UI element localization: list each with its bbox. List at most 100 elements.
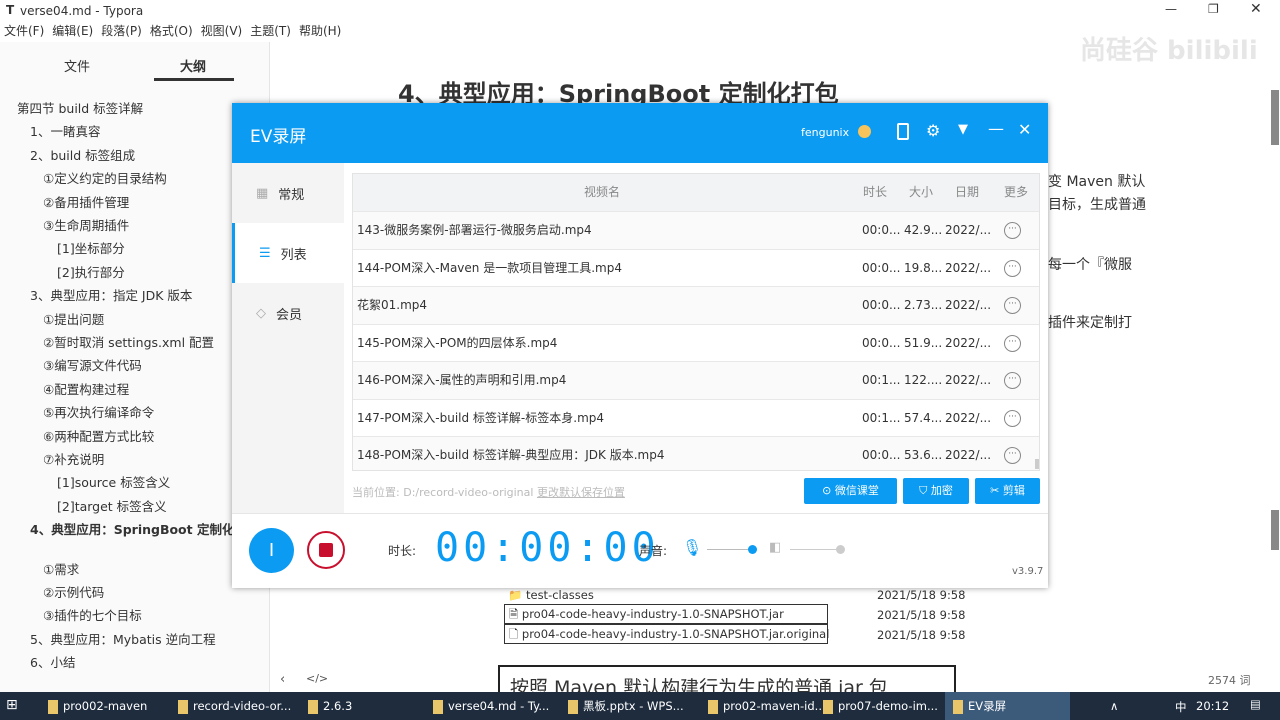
menu-item[interactable]: 格式(O): [150, 24, 193, 38]
outline-item[interactable]: ②示例代码: [43, 582, 104, 601]
doc-text: 插件来定制打: [1048, 315, 1132, 331]
dropdown-icon[interactable]: ▼: [958, 122, 968, 137]
menu-item[interactable]: 帮助(H): [299, 24, 341, 38]
outline-item[interactable]: ⑤再次执行编译命令: [43, 402, 154, 421]
table-row[interactable]: 145-POM深入-POM的四层体系.mp4 00:0... 51.9... 2022…: [353, 323, 1039, 362]
table-row[interactable]: 144-POM深入-Maven 是一款项目管理工具.mp4 00:0... 19.8…: [353, 248, 1039, 287]
outline-item[interactable]: ⑥两种配置方式比较: [43, 426, 154, 445]
more-icon[interactable]: ···: [1004, 372, 1021, 389]
scrollbar-thumb[interactable]: [1271, 90, 1279, 145]
outline-item[interactable]: ②备用插件管理: [43, 192, 129, 211]
outline-item[interactable]: 3、典型应用：指定 JDK 版本: [30, 285, 192, 304]
stop-record-button[interactable]: [307, 531, 345, 569]
minimize-button[interactable]: —: [988, 119, 1004, 138]
table-row[interactable]: 148-POM深入-build 标签详解-典型应用：JDK 版本.mp4 00:0…: [353, 436, 1039, 470]
more-icon[interactable]: ···: [1004, 222, 1021, 239]
table-row[interactable]: 146-POM深入-属性的声明和引用.mp4 00:1... 122.... 2022…: [353, 361, 1039, 399]
edit-button[interactable]: ✂ 剪辑: [975, 478, 1040, 504]
outline-item[interactable]: [1]坐标部分: [57, 238, 125, 257]
outline-item[interactable]: [2]执行部分: [57, 262, 125, 281]
taskbar-item[interactable]: 2.6.3: [300, 692, 420, 720]
start-button[interactable]: ⊞: [6, 697, 18, 713]
menu-item[interactable]: 文件(F): [4, 24, 44, 38]
encrypt-button[interactable]: ⛉ 加密: [903, 478, 969, 504]
more-icon[interactable]: ···: [1004, 409, 1021, 427]
username[interactable]: fengunix: [801, 126, 849, 139]
tab-files[interactable]: 文件: [64, 56, 90, 75]
close-button[interactable]: ✕: [1018, 120, 1031, 139]
outline-item[interactable]: ③生命周期插件: [43, 215, 129, 234]
mobile-icon[interactable]: [897, 123, 909, 140]
tray-expand[interactable]: ∧: [1110, 699, 1118, 713]
taskbar-label: 2.6.3: [323, 699, 353, 713]
more-icon[interactable]: ···: [1004, 259, 1021, 277]
watermark: 尚硅谷 bilibili: [1080, 36, 1258, 66]
more-icon[interactable]: ···: [1004, 334, 1021, 352]
outline-item[interactable]: 第四节 build 标签详解: [17, 98, 143, 117]
settings-icon[interactable]: ⚙: [926, 121, 940, 140]
nav-general[interactable]: ▦ 常规: [232, 163, 344, 223]
col-header-size[interactable]: 大小: [899, 174, 943, 211]
outline-item[interactable]: ①提出问题: [43, 309, 104, 328]
outline-item[interactable]: ③编写源文件代码: [43, 355, 142, 374]
scrollbar-thumb[interactable]: [1271, 510, 1279, 550]
outline-item[interactable]: ①需求: [43, 559, 79, 578]
outline-item[interactable]: ⑦补充说明: [43, 449, 104, 468]
speaker-icon[interactable]: ◧: [769, 540, 781, 555]
table-row[interactable]: 147-POM深入-build 标签详解-标签本身.mp4 00:1... 57.4…: [353, 398, 1039, 437]
outline-item[interactable]: [1]source 标签含义: [57, 472, 170, 491]
outline-item[interactable]: ①定义约定的目录结构: [43, 168, 167, 187]
outline-item[interactable]: ④配置构建过程: [43, 379, 129, 398]
outline-item[interactable]: 6、小结: [30, 652, 75, 671]
outline-item[interactable]: 1、一睹真容: [30, 121, 100, 140]
outline-item[interactable]: 5、典型应用：Mybatis 逆向工程: [30, 629, 216, 648]
restore-button[interactable]: ❐: [1208, 2, 1219, 16]
duration: 00:1...: [862, 373, 901, 387]
speaker-volume-knob[interactable]: [836, 545, 845, 554]
speaker-volume-slider[interactable]: [790, 549, 840, 550]
microphone-icon[interactable]: 🎙: [682, 538, 702, 557]
more-icon[interactable]: ···: [1004, 297, 1021, 314]
taskbar-item[interactable]: verse04.md - Ty...: [425, 692, 555, 720]
ime-indicator[interactable]: 中: [1175, 699, 1187, 715]
minimize-button[interactable]: —: [1165, 2, 1177, 16]
menu-item[interactable]: 主题(T): [250, 24, 291, 38]
col-header-duration[interactable]: 时长: [851, 174, 899, 211]
source-mode-icon[interactable]: </>: [306, 672, 328, 685]
taskbar-item[interactable]: record-video-or...: [170, 692, 295, 720]
mic-volume-knob[interactable]: [748, 545, 757, 554]
outline-item[interactable]: 2、build 标签组成: [30, 145, 135, 164]
taskbar-item[interactable]: 黑板.pptx - WPS...: [560, 692, 695, 720]
close-button[interactable]: ✕: [1250, 1, 1262, 17]
toggle-sidebar-icon[interactable]: ‹: [280, 672, 285, 687]
taskbar-item[interactable]: pro02-maven-id...: [700, 692, 826, 720]
menu-item[interactable]: 段落(P): [101, 24, 142, 38]
table-scrollbar[interactable]: [1035, 459, 1039, 469]
word-count[interactable]: 2574 词: [1208, 672, 1251, 688]
file-date: 2021/5/18 9:58: [877, 628, 966, 642]
taskbar-item[interactable]: EV录屏: [945, 692, 1070, 720]
col-header-name[interactable]: 视频名: [353, 174, 851, 211]
col-header-date[interactable]: 日期: [943, 174, 991, 211]
table-row[interactable]: 花絮01.mp4 00:0... 2.73... 2022/... ···: [353, 286, 1039, 324]
more-icon[interactable]: ···: [1004, 447, 1021, 464]
nav-member[interactable]: ◇ 会员: [232, 283, 344, 343]
tab-outline[interactable]: 大纲: [180, 56, 206, 75]
nav-list[interactable]: ☰ 列表: [232, 223, 344, 283]
avatar[interactable]: [858, 125, 871, 138]
taskbar-item[interactable]: pro002-maven: [40, 692, 165, 720]
table-row[interactable]: 143-微服务案例-部署运行-微服务启动.mp4 00:0... 42.9... 20…: [353, 211, 1039, 249]
change-location-link[interactable]: 更改默认保存位置: [537, 486, 625, 499]
notification-icon[interactable]: ▤: [1250, 697, 1261, 711]
menu-item[interactable]: 编辑(E): [52, 24, 93, 38]
duration-label: 时长:: [388, 544, 417, 558]
outline-item[interactable]: [2]target 标签含义: [57, 496, 167, 515]
wechat-class-button[interactable]: ⊙ 微信课堂: [804, 478, 897, 504]
start-record-button[interactable]: I: [249, 528, 294, 573]
app-icon: [708, 699, 718, 714]
taskbar-item[interactable]: pro07-demo-im...: [815, 692, 940, 720]
clock[interactable]: 20:12: [1196, 699, 1229, 713]
outline-item[interactable]: ②暂时取消 settings.xml 配置: [43, 332, 214, 351]
outline-item[interactable]: ③插件的七个目标: [43, 605, 142, 624]
menu-item[interactable]: 视图(V): [201, 24, 243, 38]
